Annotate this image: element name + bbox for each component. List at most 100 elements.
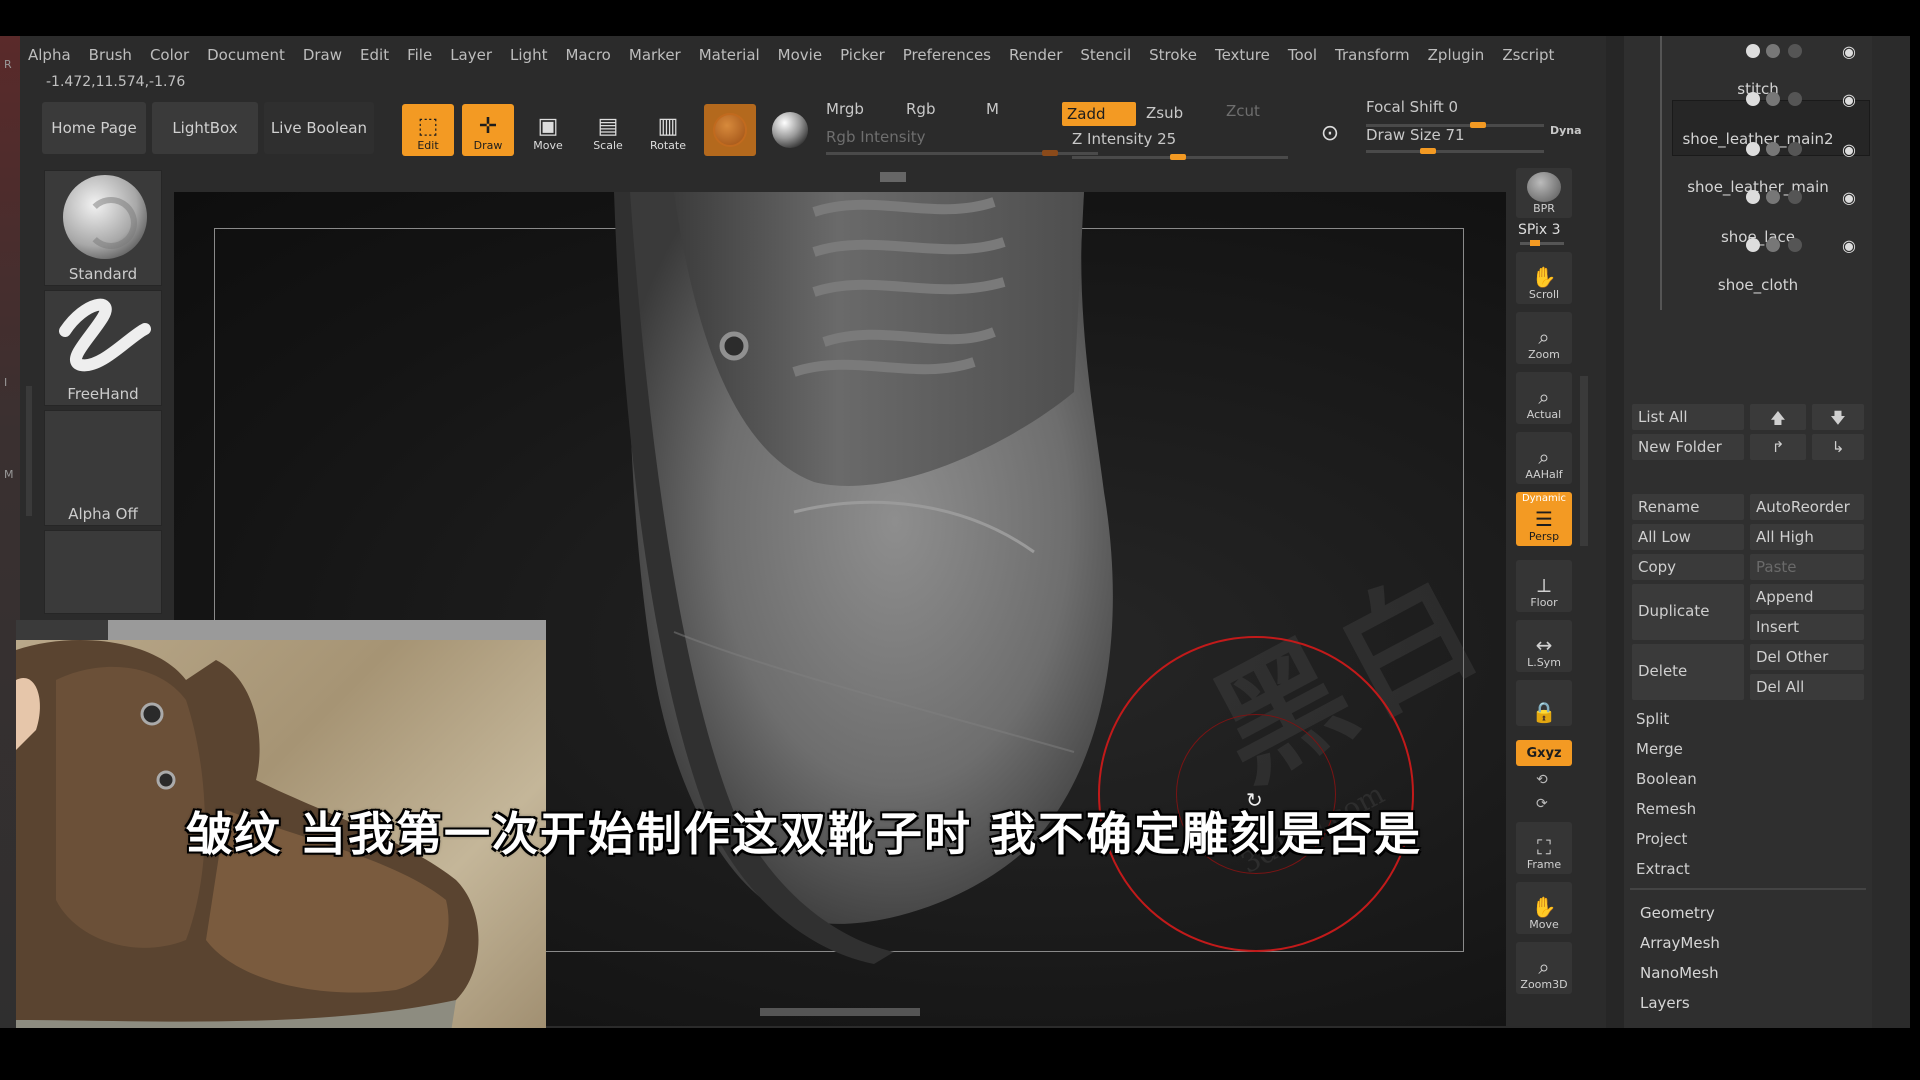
move-button[interactable]: ▣ Move <box>522 104 574 156</box>
floor-button[interactable]: ⟂ Floor <box>1516 560 1572 612</box>
edit-button[interactable]: ⬚ Edit <box>402 104 454 156</box>
draw-size-knob[interactable] <box>1420 148 1436 154</box>
menu-material[interactable]: Material <box>691 42 770 68</box>
polypaint-dot-icon[interactable] <box>1766 142 1780 156</box>
zsub-toggle[interactable]: Zsub <box>1146 104 1183 122</box>
home-page-button[interactable]: Home Page <box>42 102 146 154</box>
stroke-selector[interactable]: FreeHand <box>44 290 162 406</box>
focal-toggle[interactable]: ⊙ <box>1310 106 1350 150</box>
visibility-dot-icon[interactable] <box>1746 44 1760 58</box>
visibility-dot-icon[interactable] <box>1746 92 1760 106</box>
eye-icon[interactable]: ◉ <box>1842 42 1856 61</box>
bottom-shelf-handle[interactable] <box>760 1008 920 1016</box>
menu-movie[interactable]: Movie <box>770 42 832 68</box>
eye-icon[interactable]: ◉ <box>1842 140 1856 159</box>
eye-icon[interactable]: ◉ <box>1842 188 1856 207</box>
folder-in-button[interactable]: ↱ <box>1750 434 1806 460</box>
material-dot-icon[interactable] <box>1788 92 1802 106</box>
rotate-y-icon[interactable]: ⟲ <box>1536 772 1548 788</box>
material-dot-icon[interactable] <box>1788 44 1802 58</box>
menu-stroke[interactable]: Stroke <box>1141 42 1207 68</box>
extract-menu[interactable]: Extract <box>1636 860 1690 878</box>
geometry-section[interactable]: Geometry <box>1640 904 1715 922</box>
polypaint-dot-icon[interactable] <box>1766 92 1780 106</box>
zcut-toggle[interactable]: Zcut <box>1226 102 1260 120</box>
del-all-button[interactable]: Del All <box>1750 674 1864 700</box>
project-menu[interactable]: Project <box>1636 830 1687 848</box>
live-boolean-button[interactable]: Live Boolean <box>264 102 374 154</box>
m-toggle[interactable]: M <box>986 100 999 118</box>
texture-selector[interactable] <box>44 530 162 614</box>
boolean-menu[interactable]: Boolean <box>1636 770 1697 788</box>
duplicate-button[interactable]: Duplicate <box>1632 584 1744 640</box>
right-tray-divider[interactable] <box>1580 376 1588 546</box>
menu-tool[interactable]: Tool <box>1280 42 1327 68</box>
zoom-button[interactable]: ⌕ Zoom <box>1516 312 1572 364</box>
all-low-button[interactable]: All Low <box>1632 524 1744 550</box>
subtool-controls[interactable]: ◉ <box>1692 236 1862 255</box>
menu-color[interactable]: Color <box>142 42 199 68</box>
xyz-button[interactable]: Gxyz <box>1516 740 1572 766</box>
subtool-controls[interactable]: ◉ <box>1692 140 1862 159</box>
draw-button[interactable]: ✛ Draw <box>462 104 514 156</box>
remesh-menu[interactable]: Remesh <box>1636 800 1696 818</box>
visibility-dot-icon[interactable] <box>1746 190 1760 204</box>
viewport-scroll-handle[interactable] <box>880 172 906 182</box>
move-view-button[interactable]: ✋ Move <box>1516 882 1572 934</box>
menu-draw[interactable]: Draw <box>295 42 352 68</box>
menu-zplugin[interactable]: Zplugin <box>1420 42 1495 68</box>
new-folder-button[interactable]: New Folder <box>1632 434 1744 460</box>
polypaint-dot-icon[interactable] <box>1766 238 1780 252</box>
persp-button[interactable]: Dynamic ☰ Persp <box>1516 492 1572 546</box>
scale-button[interactable]: ▤ Scale <box>582 104 634 156</box>
lock-button[interactable]: 🔒 <box>1516 680 1572 726</box>
menu-light[interactable]: Light <box>502 42 557 68</box>
material-sphere-button[interactable] <box>704 104 756 156</box>
eye-icon[interactable]: ◉ <box>1842 236 1856 255</box>
mrgb-toggle[interactable]: Mrgb <box>826 100 864 118</box>
material-dot-icon[interactable] <box>1788 190 1802 204</box>
menu-zscript[interactable]: Zscript <box>1494 42 1564 68</box>
copy-button[interactable]: Copy <box>1632 554 1744 580</box>
menu-alpha[interactable]: Alpha <box>20 42 81 68</box>
focal-shift-knob[interactable] <box>1470 122 1486 128</box>
move-down-button[interactable]: 🡇 <box>1812 404 1864 430</box>
bpr-button[interactable]: BPR <box>1516 168 1572 218</box>
matcap-button[interactable] <box>764 104 816 156</box>
delete-button[interactable]: Delete <box>1632 644 1744 700</box>
folder-out-button[interactable]: ↳ <box>1812 434 1864 460</box>
menu-marker[interactable]: Marker <box>621 42 691 68</box>
polypaint-dot-icon[interactable] <box>1766 44 1780 58</box>
polypaint-dot-icon[interactable] <box>1766 190 1780 204</box>
subtool-controls[interactable]: ◉ <box>1692 188 1862 207</box>
panel-scrollbar[interactable] <box>1606 36 1624 1028</box>
rgb-toggle[interactable]: Rgb <box>906 100 935 118</box>
insert-button[interactable]: Insert <box>1750 614 1864 640</box>
menu-macro[interactable]: Macro <box>557 42 620 68</box>
rename-button[interactable]: Rename <box>1632 494 1744 520</box>
nanomesh-section[interactable]: NanoMesh <box>1640 964 1719 982</box>
frame-button[interactable]: ⛶ Frame <box>1516 822 1572 874</box>
menu-file[interactable]: File <box>399 42 442 68</box>
all-high-button[interactable]: All High <box>1750 524 1864 550</box>
alpha-selector[interactable]: Alpha Off <box>44 410 162 526</box>
left-tray-divider[interactable] <box>26 386 32 516</box>
del-other-button[interactable]: Del Other <box>1750 644 1864 670</box>
scroll-button[interactable]: ✋ Scroll <box>1516 252 1572 304</box>
menu-brush[interactable]: Brush <box>81 42 142 68</box>
material-dot-icon[interactable] <box>1788 142 1802 156</box>
subtool-controls[interactable]: ◉ <box>1692 42 1862 61</box>
visibility-dot-icon[interactable] <box>1746 142 1760 156</box>
spix-slider[interactable] <box>1520 242 1564 245</box>
rotate-button[interactable]: ▥ Rotate <box>642 104 694 156</box>
subtool-name[interactable]: shoe_cloth <box>1634 276 1882 294</box>
arraymesh-section[interactable]: ArrayMesh <box>1640 934 1720 952</box>
brush-selector[interactable]: Standard <box>44 170 162 286</box>
menu-texture[interactable]: Texture <box>1207 42 1280 68</box>
lightbox-button[interactable]: LightBox <box>152 102 258 154</box>
rgb-intensity-knob[interactable] <box>1042 150 1058 156</box>
rotate-z-icon[interactable]: ⟳ <box>1536 796 1548 812</box>
aahalf-button[interactable]: ⌕ AAHalf <box>1516 432 1572 484</box>
menu-stencil[interactable]: Stencil <box>1072 42 1141 68</box>
zoom3d-button[interactable]: ⌕ Zoom3D <box>1516 942 1572 994</box>
